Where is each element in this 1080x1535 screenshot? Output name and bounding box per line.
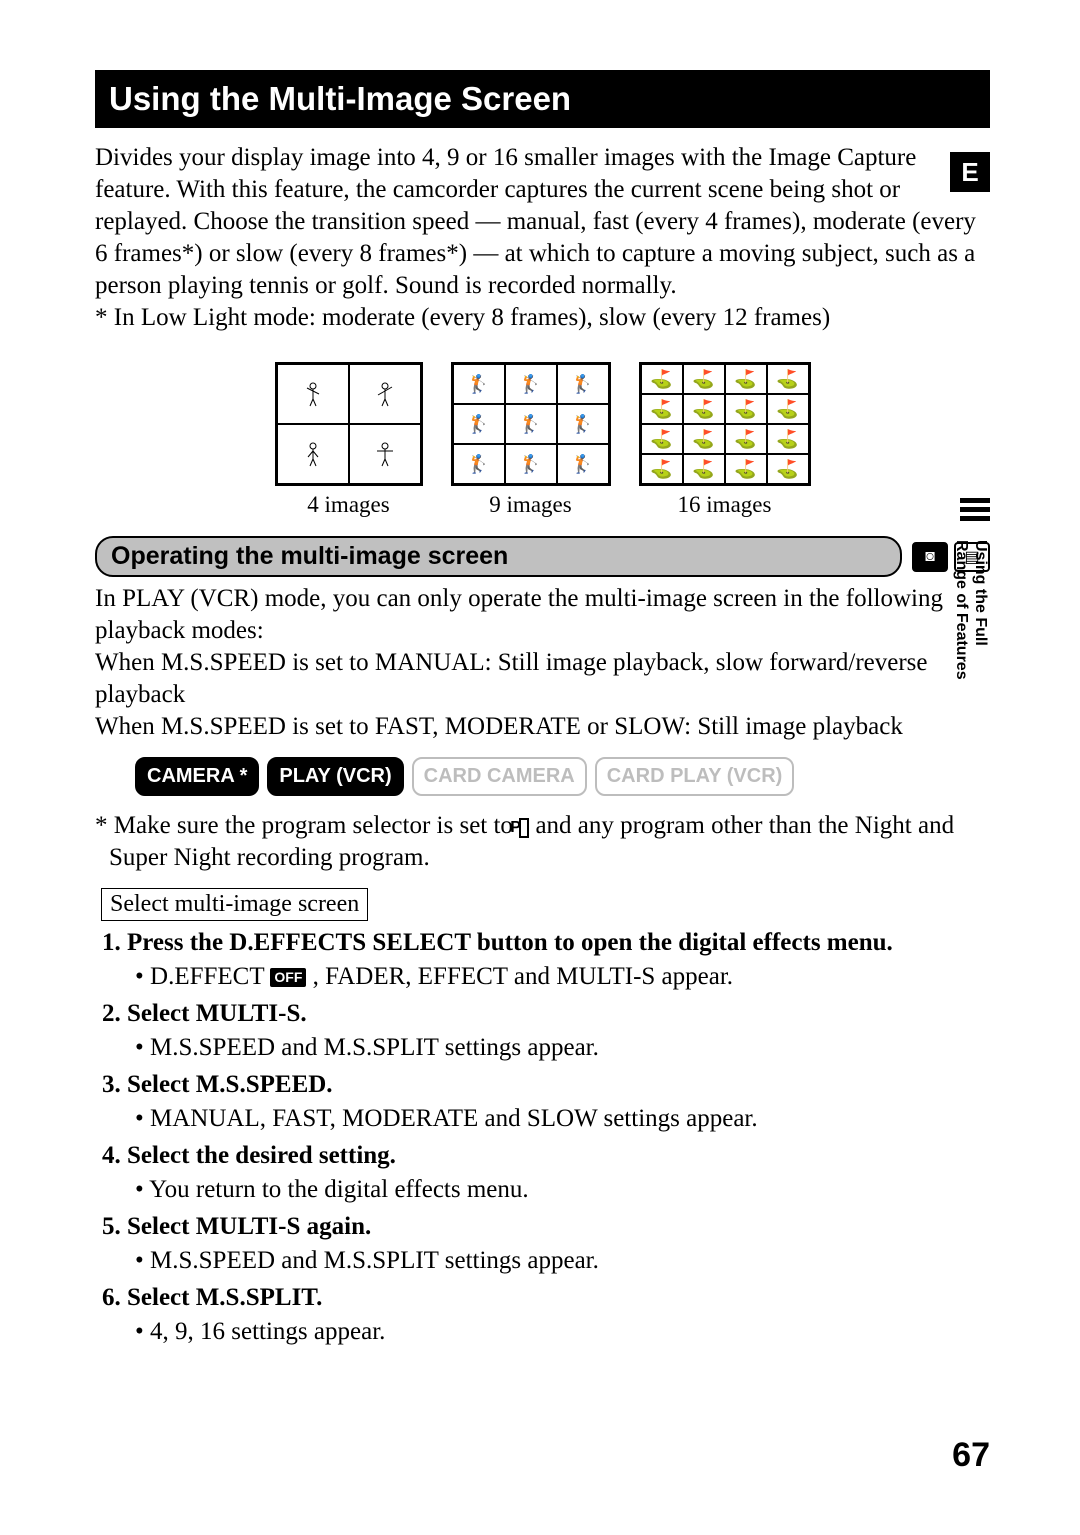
step-4: Select the desired setting. You return t…: [127, 1140, 990, 1205]
side-chapter-label: Using the Full Range of Features: [952, 540, 990, 680]
side-label-line2: Range of Features: [953, 540, 970, 680]
step-1-sub-pre: D.EFFECT: [150, 963, 270, 990]
step-3-title: Select M.S.SPEED.: [127, 1071, 333, 1098]
side-label-line1: Using the Full: [972, 540, 989, 646]
step-1-sub-post: , FADER, EFFECT and MULTI-S appear.: [306, 963, 733, 990]
procedure-label: Select multi-image screen: [101, 888, 368, 921]
diagram-4-label: 4 images: [275, 492, 423, 518]
grid-16: ⛳⛳⛳⛳ ⛳⛳⛳⛳ ⛳⛳⛳⛳ ⛳⛳⛳⛳: [639, 362, 811, 486]
language-tab: E: [950, 152, 990, 192]
multi-image-diagrams: 4 images 🏌🏌🏌 🏌🏌🏌 🏌🏌🏌 9 images ⛳⛳⛳⛳ ⛳⛳⛳⛳ …: [95, 362, 990, 518]
step-3: Select M.S.SPEED. MANUAL, FAST, MODERATE…: [127, 1069, 990, 1134]
page-title: Using the Multi-Image Screen: [95, 70, 990, 128]
step-6-sub: 4, 9, 16 settings appear.: [135, 1316, 990, 1348]
section-body: In PLAY (VCR) mode, you can only operate…: [95, 583, 990, 743]
step-1: Press the D.EFFECTS SELECT button to ope…: [127, 927, 990, 992]
mode-card-camera: CARD CAMERA: [412, 757, 587, 796]
step-2-sub: M.S.SPEED and M.S.SPLIT settings appear.: [135, 1032, 990, 1064]
section-header-row: Operating the multi-image screen ◙ ▤: [95, 536, 990, 577]
mode-footnote: * Make sure the program selector is set …: [109, 810, 990, 874]
step-4-title: Select the desired setting.: [127, 1142, 396, 1169]
step-6: Select M.S.SPLIT. 4, 9, 16 settings appe…: [127, 1282, 990, 1347]
grid-4: [275, 362, 423, 486]
diagram-9: 🏌🏌🏌 🏌🏌🏌 🏌🏌🏌 9 images: [451, 362, 611, 518]
diagram-16: ⛳⛳⛳⛳ ⛳⛳⛳⛳ ⛳⛳⛳⛳ ⛳⛳⛳⛳ 16 images: [639, 362, 811, 518]
step-6-title: Select M.S.SPLIT.: [127, 1284, 322, 1311]
off-badge-icon: OFF: [270, 968, 306, 988]
step-3-sub: MANUAL, FAST, MODERATE and SLOW settings…: [135, 1103, 990, 1135]
step-2: Select MULTI-S. M.S.SPEED and M.S.SPLIT …: [127, 998, 990, 1063]
mode-camera: CAMERA *: [135, 757, 259, 796]
mode-row: CAMERA * PLAY (VCR) CARD CAMERA CARD PLA…: [135, 757, 950, 796]
diagram-9-label: 9 images: [451, 492, 611, 518]
grid-9: 🏌🏌🏌 🏌🏌🏌 🏌🏌🏌: [451, 362, 611, 486]
intro-text: Divides your display image into 4, 9 or …: [95, 144, 976, 299]
step-4-sub: You return to the digital effects menu.: [135, 1174, 990, 1206]
mode-card-play-vcr: CARD PLAY (VCR): [595, 757, 795, 796]
diagram-16-label: 16 images: [639, 492, 811, 518]
intro-paragraph: Divides your display image into 4, 9 or …: [95, 142, 990, 334]
step-5: Select MULTI-S again. M.S.SPEED and M.S.…: [127, 1211, 990, 1276]
step-1-title: Press the D.EFFECTS SELECT button to ope…: [127, 929, 893, 956]
procedure-steps: Press the D.EFFECTS SELECT button to ope…: [127, 927, 990, 1347]
step-2-title: Select MULTI-S.: [127, 1000, 307, 1027]
diagram-4: 4 images: [275, 362, 423, 518]
intro-footnote: * In Low Light mode: moderate (every 8 f…: [95, 304, 830, 331]
camera-icon: ◙: [912, 542, 948, 572]
mode-play-vcr: PLAY (VCR): [267, 757, 403, 796]
step-1-sub: D.EFFECT OFF , FADER, EFFECT and MULTI-S…: [135, 961, 990, 993]
step-5-sub: M.S.SPEED and M.S.SPLIT settings appear.: [135, 1245, 990, 1277]
program-p-icon: P: [519, 818, 529, 838]
section-heading: Operating the multi-image screen: [95, 536, 902, 577]
step-5-title: Select MULTI-S again.: [127, 1213, 371, 1240]
page-number: 67: [952, 1436, 990, 1475]
mode-footnote-pre: * Make sure the program selector is set …: [95, 812, 519, 839]
side-bars-icon: [960, 498, 990, 525]
